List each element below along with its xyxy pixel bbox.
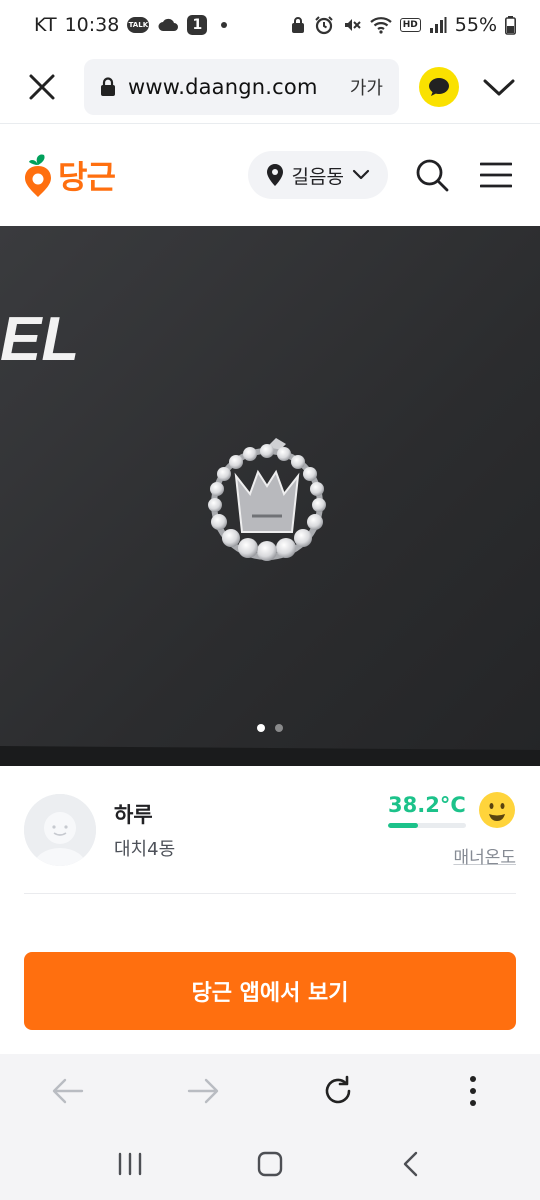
recent-apps-button[interactable] — [100, 1134, 160, 1194]
temperature-value: 38.2°C — [388, 792, 466, 817]
chevron-down-icon — [483, 79, 515, 95]
location-label: 길음동 — [291, 165, 344, 188]
close-button[interactable] — [22, 67, 62, 107]
home-icon — [257, 1151, 283, 1177]
temperature-value-group: 38.2°C — [388, 793, 466, 828]
back-button[interactable] — [38, 1061, 98, 1121]
carrier-label: KT — [34, 14, 57, 36]
recent-apps-icon — [118, 1152, 142, 1176]
kakaotalk-icon: TALK — [127, 17, 150, 33]
site-header: 당근 길음동 — [0, 124, 540, 226]
notification-count-icon: 1 — [187, 15, 208, 35]
status-left: KT 10:38 TALK 1 — [34, 14, 228, 36]
carousel-dot[interactable] — [275, 724, 283, 732]
manner-temperature-label[interactable]: 매너온도 — [453, 843, 516, 868]
alarm-icon — [314, 15, 334, 35]
close-icon — [29, 74, 55, 99]
temperature-row: 38.2°C — [388, 791, 516, 829]
seller-name: 하루 — [114, 802, 153, 827]
refresh-button[interactable] — [308, 1061, 368, 1121]
temperature-bar-fill — [388, 822, 418, 828]
hd-voice-icon: HD — [399, 18, 421, 32]
system-back-button[interactable] — [380, 1134, 440, 1194]
search-button[interactable] — [412, 155, 452, 195]
more-vertical-icon — [469, 1076, 476, 1106]
status-bar: KT 10:38 TALK 1 HD 55% — [0, 0, 540, 50]
daangn-logo[interactable]: 당근 — [24, 152, 116, 198]
kakaotalk-bubble-icon — [429, 77, 449, 96]
refresh-icon — [325, 1075, 350, 1104]
chevron-down-icon — [352, 169, 370, 180]
expand-toolbar-button[interactable] — [481, 69, 517, 105]
battery-percent: 55% — [454, 14, 497, 36]
product-image-carousel[interactable]: EL — [0, 226, 540, 766]
battery-icon — [505, 15, 516, 35]
logo-text: 당근 — [58, 158, 116, 196]
seller-info: 하루 대치4동 — [114, 799, 175, 861]
box-brand-lettering: EL — [0, 305, 79, 374]
forward-arrow-icon — [187, 1078, 218, 1104]
seller-profile[interactable]: 하루 대치4동 38.2°C 매너온도 — [24, 766, 516, 894]
more-notifications-dot — [221, 22, 228, 28]
status-right: HD 55% — [290, 14, 516, 36]
url-text: www.daangn.com — [128, 74, 318, 99]
back-icon — [403, 1151, 418, 1177]
mute-icon — [342, 15, 362, 35]
lock-icon — [290, 16, 306, 34]
system-navigation-bar — [0, 1128, 540, 1200]
temperature-bar — [388, 822, 466, 828]
lock-icon — [101, 76, 115, 96]
menu-button[interactable] — [476, 155, 516, 195]
wifi-icon — [370, 16, 392, 34]
browser-toolbar: www.daangn.com 가가 — [0, 50, 540, 124]
hamburger-menu-icon — [480, 162, 512, 188]
smiling-face-icon — [479, 792, 515, 828]
search-icon — [416, 159, 449, 192]
cloud-icon — [157, 17, 179, 33]
signal-icon — [429, 17, 447, 33]
open-in-app-button[interactable]: 당근 앱에서 보기 — [24, 952, 516, 1030]
home-button[interactable] — [240, 1134, 300, 1194]
location-pin-icon — [266, 164, 283, 186]
avatar[interactable] — [24, 793, 96, 866]
default-avatar-icon — [24, 793, 96, 866]
carrot-logo-icon — [25, 154, 51, 197]
forward-button[interactable] — [173, 1061, 233, 1121]
browser-bottom-bar — [0, 1054, 540, 1128]
address-bar[interactable]: www.daangn.com 가가 — [84, 58, 399, 115]
seller-region: 대치4동 — [114, 838, 176, 860]
more-options-button[interactable] — [443, 1061, 503, 1121]
location-selector[interactable]: 길음동 — [247, 151, 388, 199]
carousel-indicator — [0, 724, 540, 732]
kakaotalk-share-button[interactable] — [419, 66, 459, 107]
talk-badge-text: TALK — [128, 21, 149, 29]
clock: 10:38 — [64, 14, 120, 36]
product-photo: EL — [0, 226, 540, 766]
back-arrow-icon — [52, 1078, 83, 1104]
text-size-button[interactable]: 가가 — [350, 74, 383, 100]
carousel-dot[interactable] — [257, 724, 265, 732]
manner-temperature[interactable]: 38.2°C 매너온도 — [388, 791, 516, 868]
